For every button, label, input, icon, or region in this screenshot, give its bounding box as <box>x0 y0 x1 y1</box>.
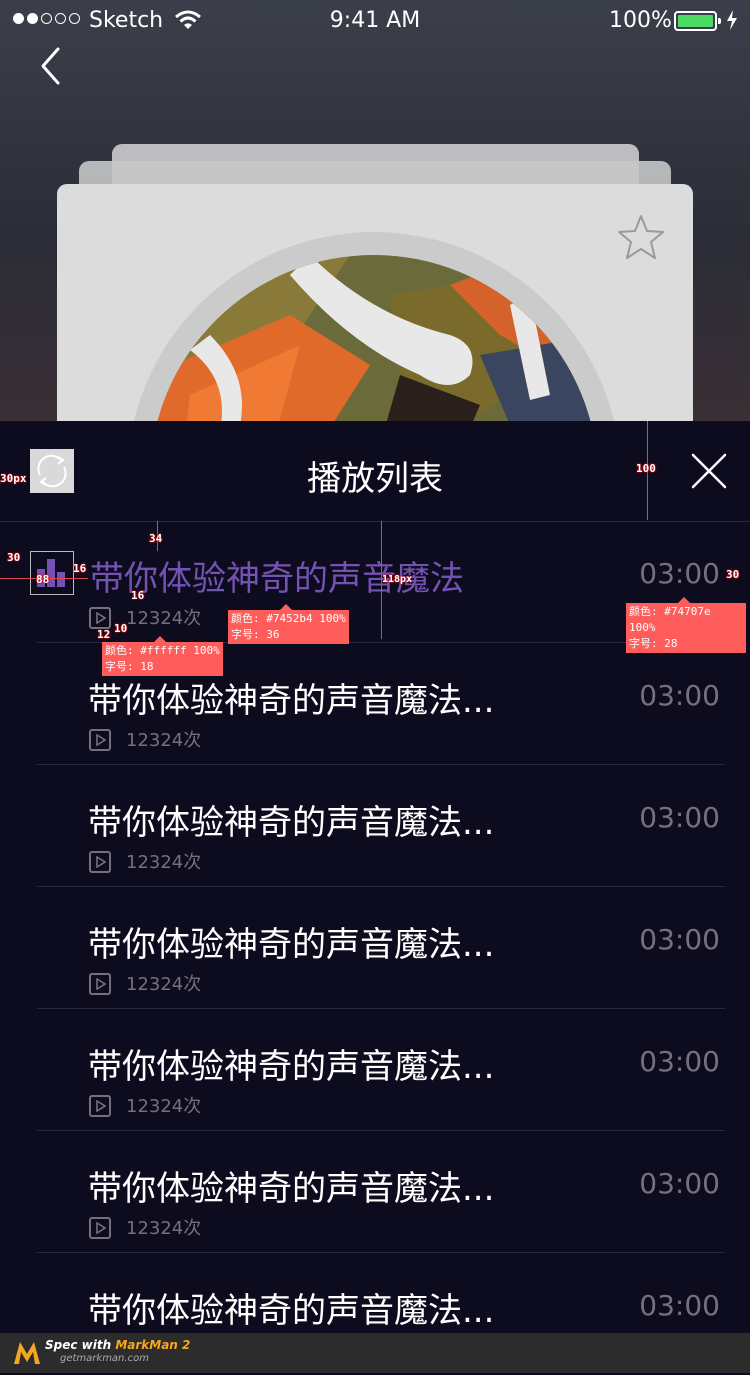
spec-row-height: 118px <box>382 574 413 585</box>
play-count: 12324次 <box>126 730 202 751</box>
track-duration: 03:00 <box>639 1289 720 1322</box>
spec-title-tooltip: 颜色: #7452b4 100% 字号: 36 <box>228 604 349 644</box>
spec-count-tooltip: 颜色: #ffffff 100% 字号: 18 <box>102 636 223 676</box>
track-title: 带你体验神奇的声音魔法... <box>88 925 495 965</box>
playlist-sheet: 播放列表 带你体验神奇的声音魔法 03:00 12324次 带你体验神奇的声音魔… <box>0 421 750 1333</box>
track-duration: 03:00 <box>639 923 720 956</box>
close-icon[interactable] <box>690 452 728 490</box>
play-count: 12324次 <box>126 1218 202 1239</box>
markman-logo-icon <box>14 1342 40 1364</box>
spec-loop-margin: 30px <box>0 472 27 485</box>
track-duration: 03:00 <box>639 557 720 590</box>
spec-right-margin: 30 <box>726 568 740 581</box>
spec-duration-tooltip: 颜色: #74707e 100% 字号: 28 <box>626 597 746 653</box>
spec-title-top: 34 <box>149 532 163 545</box>
play-square-icon <box>89 1095 111 1117</box>
back-chevron-icon[interactable] <box>38 46 64 86</box>
play-square-icon <box>89 729 111 751</box>
spec-count-gap: 10 <box>114 622 128 635</box>
playlist-title: 播放列表 <box>307 459 443 499</box>
play-count: 12324次 <box>126 974 202 995</box>
star-icon[interactable] <box>616 213 666 261</box>
spec-left-margin: 30 <box>7 551 21 564</box>
spec-title-gap: 16 <box>131 589 145 602</box>
spec-icon-gap: 16 <box>73 562 87 575</box>
track-duration: 03:00 <box>639 679 720 712</box>
playlist-item[interactable]: 带你体验神奇的声音魔法... 03:00 12324次 <box>0 765 750 887</box>
player-background: Sketch 9:41 AM 100% <box>0 0 750 421</box>
play-square-icon <box>89 973 111 995</box>
play-square-icon <box>89 1217 111 1239</box>
track-duration: 03:00 <box>639 801 720 834</box>
play-count: 12324次 <box>126 1096 202 1117</box>
play-count: 12324次 <box>126 852 202 873</box>
markman-url: getmarkman.com <box>60 1353 149 1364</box>
markman-tagline: Spec with MarkMan 2 <box>45 1338 191 1352</box>
track-duration: 03:00 <box>639 1045 720 1078</box>
track-title: 带你体验神奇的声音魔法... <box>88 681 495 721</box>
track-title: 带你体验神奇的声音魔法... <box>88 1047 495 1087</box>
battery-icon <box>674 11 721 31</box>
playlist-item[interactable]: 带你体验神奇的声音魔法... 03:00 12324次 <box>0 1131 750 1253</box>
spec-header-height: 100 <box>636 462 656 475</box>
track-title: 带你体验神奇的声音魔法... <box>88 1291 495 1331</box>
play-count: 12324次 <box>126 608 202 629</box>
track-title: 带你体验神奇的声音魔法... <box>88 1169 495 1209</box>
track-title: 带你体验神奇的声音魔法... <box>88 803 495 843</box>
spec-icon-size: 12 <box>97 628 111 641</box>
play-square-icon <box>89 607 111 629</box>
battery-percentage: 100% <box>609 8 672 33</box>
markman-badge: Spec with MarkMan 2 getmarkman.com <box>0 1333 750 1373</box>
status-bar: Sketch 9:41 AM 100% <box>0 0 750 42</box>
spec-icon-offset: 88 <box>36 573 50 586</box>
play-square-icon <box>89 851 111 873</box>
playlist-item[interactable]: 带你体验神奇的声音魔法... 03:00 12324次 <box>0 1009 750 1131</box>
track-duration: 03:00 <box>639 1167 720 1200</box>
playlist-item[interactable]: 带你体验神奇的声音魔法... 03:00 12324次 <box>0 887 750 1009</box>
charging-bolt-icon <box>727 10 737 30</box>
